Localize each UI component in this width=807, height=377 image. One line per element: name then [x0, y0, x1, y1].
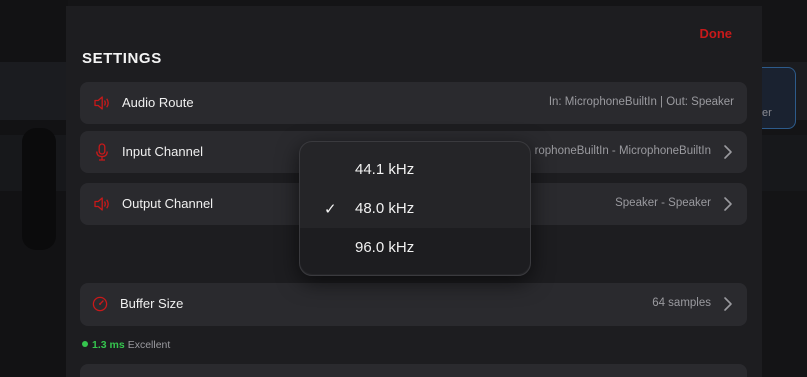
gauge-icon	[92, 296, 108, 312]
buffer-size-label: Buffer Size	[120, 296, 184, 311]
sample-rate-option-96-0[interactable]: 96.0 kHz	[300, 228, 530, 274]
checkmark-icon: ✓	[324, 201, 337, 218]
background-slider-track	[22, 128, 56, 250]
background-partial-text: er	[762, 107, 772, 119]
output-channel-label: Output Channel	[122, 196, 214, 211]
input-channel-value: rophoneBuiltIn - MicrophoneBuiltIn	[534, 145, 711, 157]
output-channel-value: Speaker - Speaker	[615, 197, 711, 209]
option-label: 96.0 kHz	[355, 239, 415, 256]
latency-quality: Excellent	[127, 339, 171, 351]
audio-route-value: In: MicrophoneBuiltIn | Out: Speaker	[548, 96, 734, 108]
speaker-icon	[94, 197, 109, 211]
done-button[interactable]: Done	[700, 26, 733, 41]
audio-route-row[interactable]: Audio Route In: MicrophoneBuiltIn | Out:…	[80, 82, 747, 124]
sample-rate-option-48-0[interactable]: ✓ 48.0 kHz	[300, 189, 530, 228]
microphone-icon	[96, 143, 108, 161]
next-settings-row[interactable]	[80, 364, 747, 377]
option-label: 48.0 kHz	[355, 200, 415, 217]
sample-rate-menu: 44.1 kHz ✓ 48.0 kHz 96.0 kHz	[299, 141, 531, 276]
latency-status: 1.3 ms Excellent	[82, 339, 170, 351]
chevron-right-icon	[724, 145, 732, 159]
buffer-size-row[interactable]: Buffer Size 64 samples	[80, 283, 747, 326]
option-label: 44.1 kHz	[355, 161, 415, 178]
chevron-right-icon	[724, 197, 732, 211]
chevron-right-icon	[724, 297, 732, 311]
sample-rate-option-44-1[interactable]: 44.1 kHz	[300, 150, 530, 189]
page-title: SETTINGS	[82, 50, 162, 67]
audio-route-label: Audio Route	[122, 95, 194, 110]
speaker-icon	[94, 96, 109, 110]
input-channel-label: Input Channel	[122, 144, 203, 159]
status-dot-icon	[82, 341, 88, 347]
latency-value: 1.3 ms	[92, 339, 125, 351]
buffer-size-value: 64 samples	[652, 297, 711, 309]
